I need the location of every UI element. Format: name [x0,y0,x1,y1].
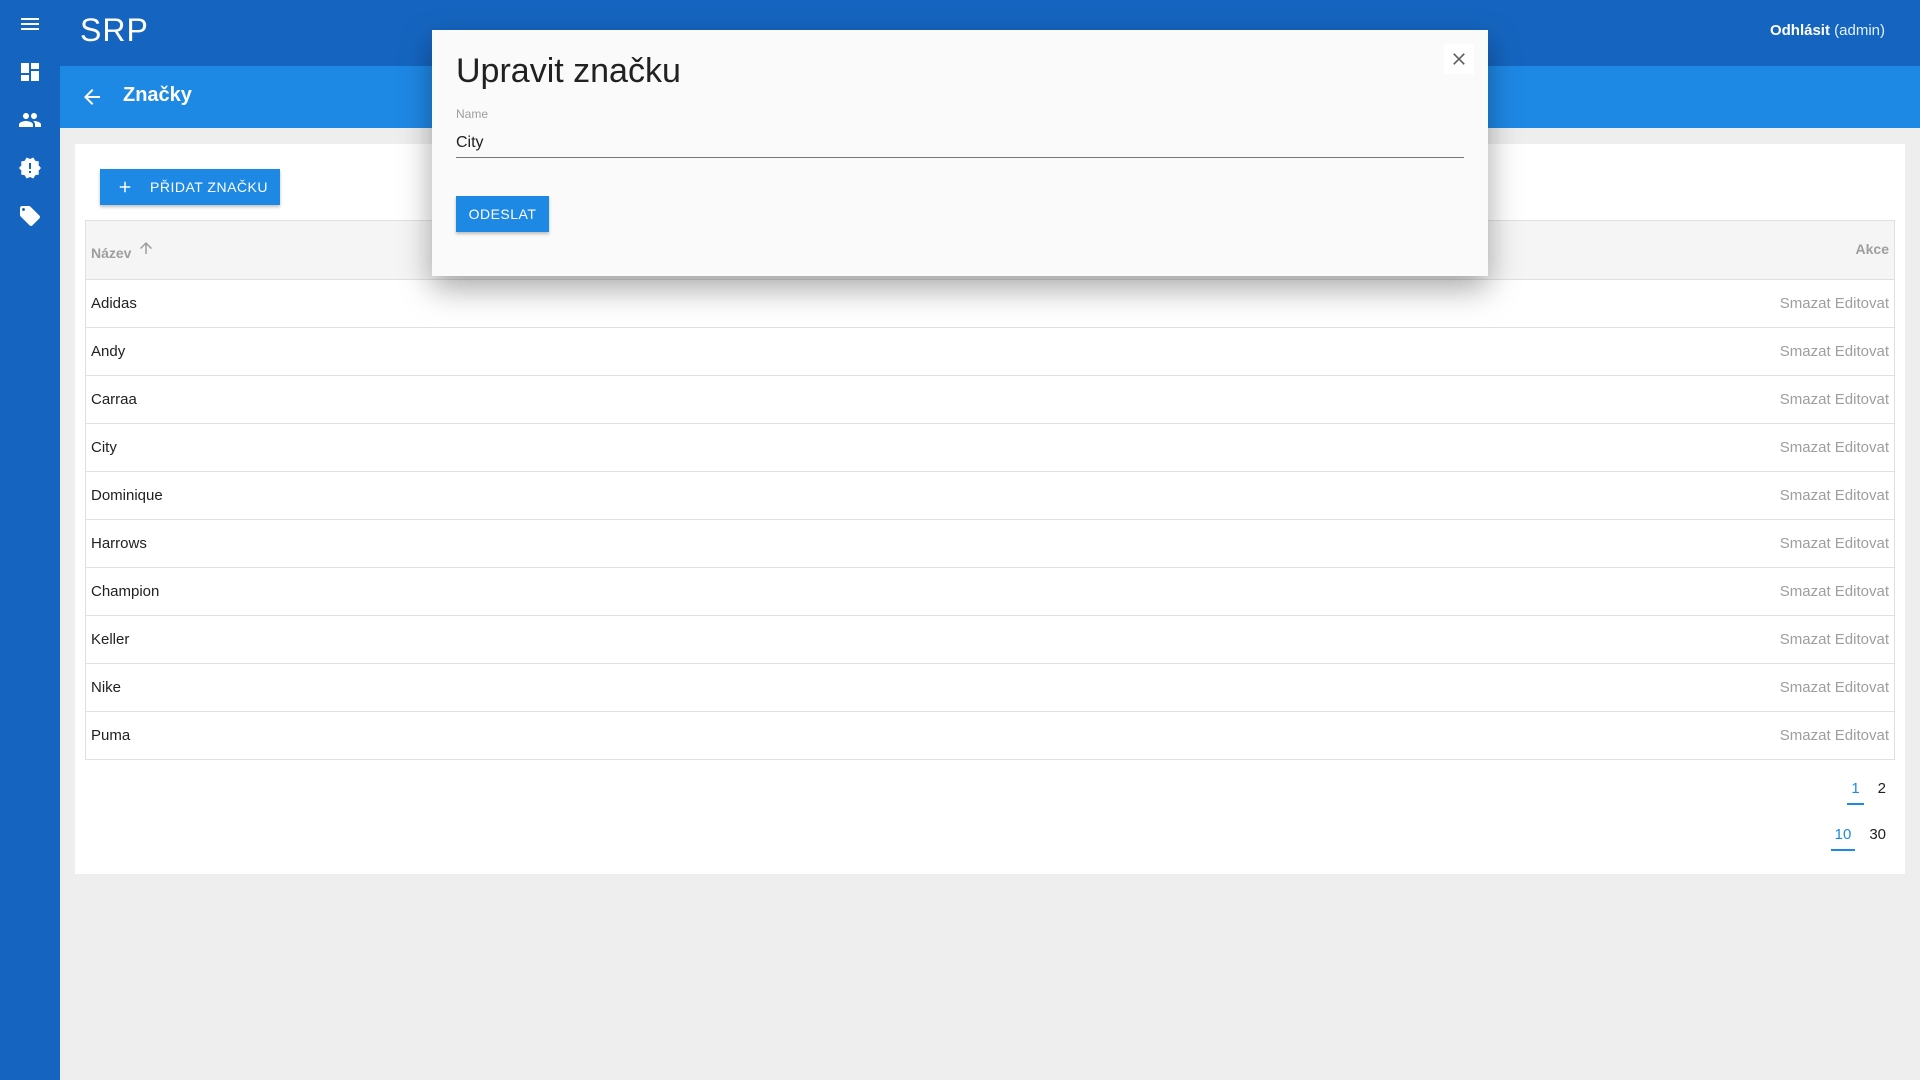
tag-icon [20,206,40,226]
table-row: City Smazat Editovat [86,424,1894,472]
row-actions: Smazat Editovat [1780,679,1889,696]
submit-button[interactable]: ODESLAT [456,196,549,232]
arrow-back-icon [84,89,100,105]
row-actions: Smazat Editovat [1780,535,1889,552]
table-row: Nike Smazat Editovat [86,664,1894,712]
row-actions: Smazat Editovat [1780,295,1889,312]
logout-label[interactable]: Odhlásit [1770,22,1830,39]
row-actions: Smazat Editovat [1780,391,1889,408]
table-row: Puma Smazat Editovat [86,712,1894,759]
nav-users[interactable] [0,96,60,144]
dialog-title: Upravit značku [456,52,681,90]
nav-brands[interactable] [0,192,60,240]
edit-link[interactable]: Editovat [1835,439,1889,456]
edit-link[interactable]: Editovat [1835,583,1889,600]
row-actions: Smazat Editovat [1780,487,1889,504]
delete-link[interactable]: Smazat [1780,679,1831,696]
delete-link[interactable]: Smazat [1780,295,1831,312]
username: (admin) [1834,22,1885,39]
table-row: Andy Smazat Editovat [86,328,1894,376]
brand-name: Carraa [91,391,137,408]
table-row: Carraa Smazat Editovat [86,376,1894,424]
menu-icon [21,18,39,30]
dashboard-icon [21,63,39,81]
edit-brand-dialog: Upravit značku Name ODESLAT [432,30,1488,276]
table-row: Dominique Smazat Editovat [86,472,1894,520]
row-actions: Smazat Editovat [1780,343,1889,360]
sort-ascending-icon[interactable] [137,239,155,257]
brand-name: Nike [91,679,122,696]
plus-icon [116,178,134,196]
delete-link[interactable]: Smazat [1780,487,1831,504]
close-button[interactable] [1444,44,1474,74]
column-header-actions: Akce [1855,241,1889,257]
add-brand-button[interactable]: PŘIDAT ZNAČKU [100,169,280,205]
row-actions: Smazat Editovat [1780,727,1889,744]
add-brand-label: PŘIDAT ZNAČKU [150,179,268,195]
delete-link[interactable]: Smazat [1780,727,1831,744]
page-link[interactable]: 1 [1847,780,1864,805]
delete-link[interactable]: Smazat [1780,439,1831,456]
brand-name: Champion [91,583,160,600]
delete-link[interactable]: Smazat [1780,535,1831,552]
page-title: Značky [123,84,192,106]
edit-link[interactable]: Editovat [1835,727,1889,744]
edit-link[interactable]: Editovat [1835,343,1889,360]
delete-link[interactable]: Smazat [1780,343,1831,360]
table-row: Champion Smazat Editovat [86,568,1894,616]
brand-name: Keller [91,631,130,648]
edit-link[interactable]: Editovat [1835,295,1889,312]
page-size-option[interactable]: 10 [1830,826,1856,851]
brand-name: Adidas [91,295,137,312]
table-body: Adidas Smazat Editovat Andy Smazat Editovat… [86,280,1894,759]
table-row: Adidas Smazat Editovat [86,280,1894,328]
name-field[interactable] [456,128,1464,158]
close-icon [1453,53,1465,65]
brand-name: Dominique [91,487,163,504]
logout-link[interactable]: Odhlásit (admin) [1770,22,1885,39]
edit-link[interactable]: Editovat [1835,535,1889,552]
nav-alerts[interactable] [0,144,60,192]
column-name-label: Název [91,245,132,261]
page-size-selector: 10 30 [1830,826,1890,851]
name-field-label: Name [456,107,489,121]
brand-name: Andy [91,343,126,360]
delete-link[interactable]: Smazat [1780,583,1831,600]
edit-link[interactable]: Editovat [1835,631,1889,648]
nav-dashboard[interactable] [0,48,60,96]
edit-link[interactable]: Editovat [1835,487,1889,504]
app-title: SRP [80,12,149,48]
edit-link[interactable]: Editovat [1835,391,1889,408]
brands-table: Název Akce Adidas Smazat Editovat Andy Smaz… [85,220,1895,760]
row-actions: Smazat Editovat [1780,631,1889,648]
row-actions: Smazat Editovat [1780,439,1889,456]
delete-link[interactable]: Smazat [1780,391,1831,408]
menu-button[interactable] [0,0,60,48]
page-size-option[interactable]: 30 [1865,826,1890,851]
page-selector: 12 [1847,780,1890,805]
side-rail [0,0,60,1080]
table-row: Keller Smazat Editovat [86,616,1894,664]
edit-link[interactable]: Editovat [1835,679,1889,696]
brand-name: Puma [91,727,131,744]
brand-name: Harrows [91,535,147,552]
delete-link[interactable]: Smazat [1780,631,1831,648]
page-link[interactable]: 2 [1874,780,1890,805]
back-button[interactable] [80,85,104,109]
users-icon [19,113,41,127]
brand-name: City [91,439,117,456]
table-row: Harrows Smazat Editovat [86,520,1894,568]
alert-badge-icon [19,157,41,179]
row-actions: Smazat Editovat [1780,583,1889,600]
column-header-name[interactable]: Název [91,242,155,261]
